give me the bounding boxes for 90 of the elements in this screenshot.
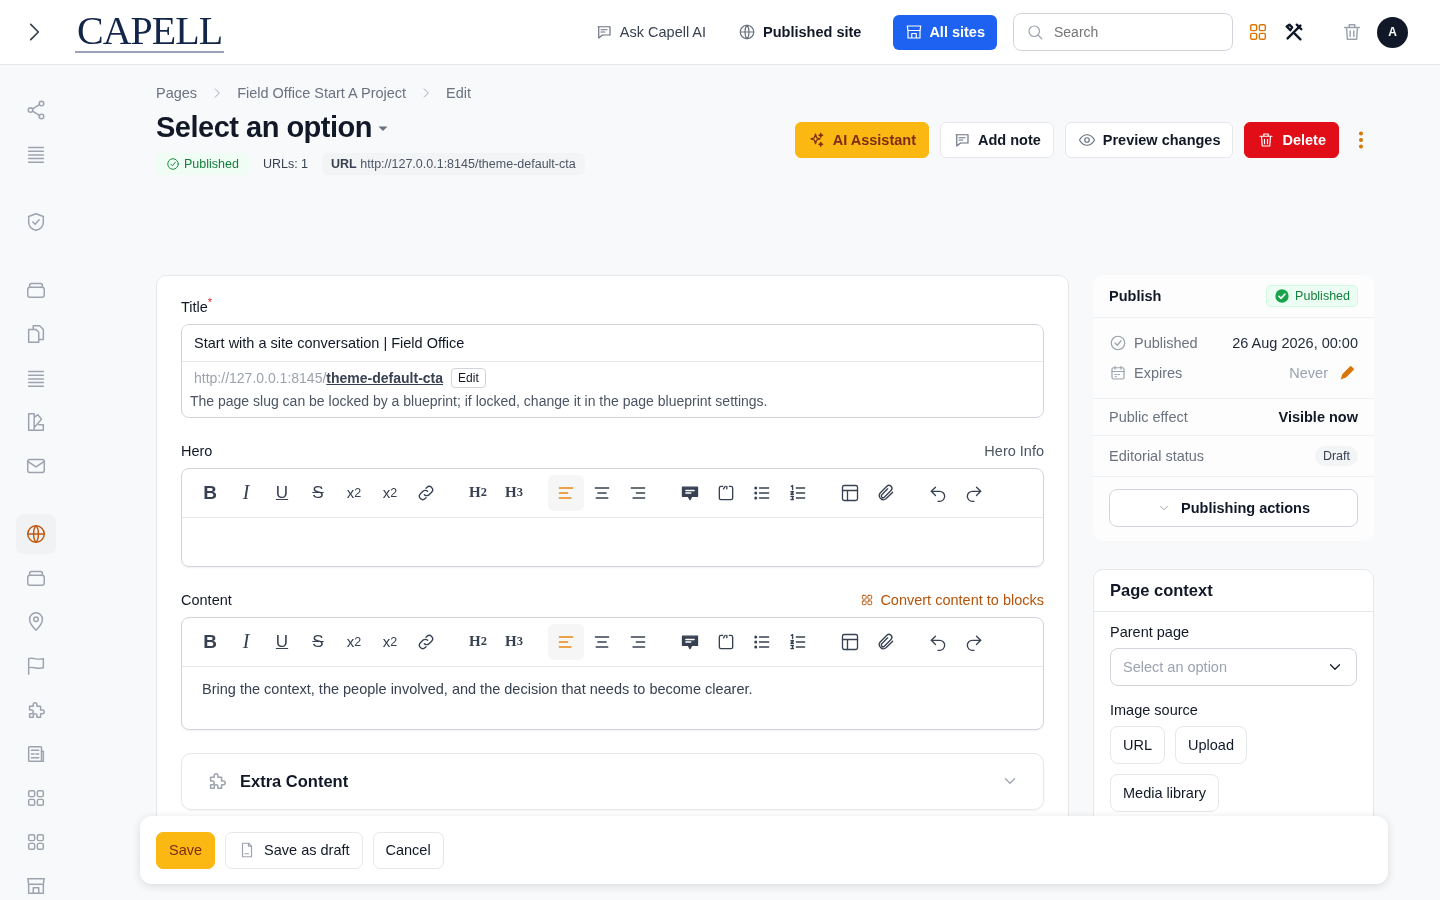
grid-icon[interactable] bbox=[1247, 21, 1269, 43]
url-chip: URL http://127.0.0.1:8145/theme-default-cta bbox=[322, 153, 585, 175]
store-icon bbox=[905, 23, 924, 41]
field-label: Published bbox=[1134, 335, 1198, 351]
paperclip-icon bbox=[876, 482, 896, 503]
status-badge: Published bbox=[156, 153, 249, 175]
copy-icon[interactable] bbox=[25, 323, 47, 345]
shield-icon[interactable] bbox=[25, 211, 47, 233]
add-note-button[interactable]: Add note bbox=[939, 122, 1054, 158]
nav-link[interactable]: Ask Capell AI bbox=[594, 23, 707, 41]
strikethrough-button[interactable]: S bbox=[300, 623, 336, 660]
numbers-icon bbox=[788, 631, 808, 652]
field-label: Parent page bbox=[1110, 624, 1190, 640]
field-label: Public effect bbox=[1109, 409, 1188, 425]
grid-icon[interactable] bbox=[25, 787, 47, 809]
option-button[interactable]: Media library bbox=[1110, 774, 1219, 812]
field-label: Image source bbox=[1110, 702, 1199, 718]
paperclip-icon bbox=[876, 631, 896, 652]
panel-title: Extra Content bbox=[240, 771, 349, 791]
field-value: Visible now bbox=[1278, 409, 1358, 425]
slug-url: http://127.0.0.1:8145/theme-default-cta bbox=[194, 369, 444, 386]
option-button[interactable]: URL bbox=[1110, 726, 1165, 764]
field-label: Expires bbox=[1134, 365, 1183, 381]
required-mark: * bbox=[207, 296, 213, 308]
breadcrumb-link[interactable]: Edit bbox=[446, 85, 472, 101]
table-icon bbox=[840, 631, 860, 652]
field-label: Content bbox=[181, 591, 232, 608]
status-badge: Published bbox=[1266, 285, 1358, 307]
field-value: 26 Aug 2026, 00:00 bbox=[1232, 335, 1358, 351]
edit-button[interactable]: Edit bbox=[451, 367, 486, 388]
tools-icon[interactable] bbox=[1283, 21, 1305, 43]
flag-icon[interactable] bbox=[25, 655, 47, 677]
bold-button[interactable]: B bbox=[192, 623, 228, 660]
trash-icon bbox=[1257, 131, 1276, 149]
cancel-button[interactable]: Cancel bbox=[372, 831, 444, 869]
extra-content-panel[interactable]: Extra Content bbox=[181, 752, 1044, 810]
page-title: Select an option bbox=[156, 111, 372, 144]
title-input[interactable]: Start with a site conversation | Field Office bbox=[182, 324, 1043, 362]
field-label: Hero bbox=[181, 442, 213, 459]
url-count: URLs: 1 bbox=[261, 156, 310, 173]
sparkle-icon bbox=[807, 131, 826, 149]
globe-icon bbox=[738, 23, 757, 41]
preview-button[interactable]: Preview changes bbox=[1064, 122, 1234, 158]
check-circle-icon bbox=[166, 157, 180, 171]
save-button[interactable]: Save bbox=[156, 831, 216, 869]
underline-button[interactable]: U bbox=[264, 474, 300, 511]
strikethrough-button[interactable]: S bbox=[300, 474, 336, 511]
convert-link[interactable]: Convert content to blocks bbox=[860, 591, 1044, 608]
news-icon[interactable] bbox=[25, 743, 47, 765]
title-field[interactable]: Start with a site conversation | Field Office http://127.0.0.1:8145/theme-default-cta Edit The page slug can be locked by a blueprint; if locked, change it in the page blueprint settings. bbox=[181, 323, 1044, 418]
field-label: Title bbox=[181, 298, 208, 315]
panel-title: Publish bbox=[1109, 288, 1162, 304]
calendar-icon bbox=[1109, 364, 1127, 382]
check-circle-icon bbox=[1109, 334, 1127, 352]
field-value: Never bbox=[1289, 365, 1328, 381]
italic-button[interactable]: I bbox=[228, 474, 264, 511]
grid-icon[interactable] bbox=[25, 831, 47, 853]
numbers-icon bbox=[788, 482, 808, 503]
globe-icon[interactable] bbox=[25, 523, 47, 545]
swatch-icon[interactable] bbox=[25, 411, 47, 433]
eye-icon bbox=[1077, 131, 1096, 149]
nav-link[interactable]: Published site bbox=[738, 23, 862, 41]
field-label: Editorial status bbox=[1109, 448, 1205, 464]
avatar[interactable]: A bbox=[1377, 16, 1408, 48]
status-badge: Draft bbox=[1314, 446, 1358, 466]
editor-text: Bring the context, the people involved, and the decision that needs to become clearer. bbox=[202, 680, 754, 697]
ai-assistant-button[interactable]: AI Assistant bbox=[794, 122, 929, 158]
panel-title: Page context bbox=[1094, 570, 1373, 612]
save-draft-button[interactable]: Save as draft bbox=[225, 831, 363, 869]
underline-button[interactable]: U bbox=[264, 623, 300, 660]
field-hint: Hero Info bbox=[984, 442, 1044, 459]
share-icon[interactable] bbox=[25, 99, 47, 121]
breadcrumb-link[interactable]: Field Office Start A Project bbox=[237, 85, 407, 101]
help-text: The page slug can be locked by a blueprint; if locked, change it in the page blueprint settings. bbox=[190, 392, 769, 409]
trash-icon[interactable] bbox=[1341, 21, 1363, 43]
italic-button[interactable]: I bbox=[228, 623, 264, 660]
chat-icon bbox=[594, 23, 613, 41]
chat-icon bbox=[952, 131, 971, 149]
option-button[interactable]: Upload bbox=[1175, 726, 1247, 764]
store-icon[interactable] bbox=[25, 875, 47, 897]
check-circle-icon bbox=[1274, 288, 1291, 304]
grid-icon bbox=[860, 592, 875, 607]
bold-button[interactable]: B bbox=[192, 474, 228, 511]
all-sites-button[interactable]: All sites bbox=[893, 14, 997, 50]
delete-button[interactable]: Delete bbox=[1244, 122, 1339, 158]
search-field[interactable]: Search bbox=[1013, 13, 1233, 51]
publishing-actions-button[interactable]: Publishing actions bbox=[1109, 489, 1358, 527]
table-icon bbox=[840, 482, 860, 503]
breadcrumb-link[interactable]: Pages bbox=[156, 85, 198, 101]
logo[interactable]: CAPELL bbox=[75, 11, 225, 53]
